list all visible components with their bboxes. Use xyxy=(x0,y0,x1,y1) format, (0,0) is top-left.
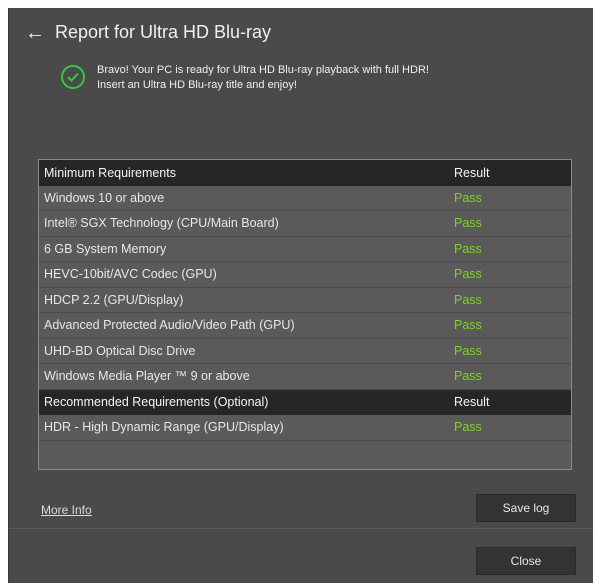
column-header-result: Result xyxy=(454,165,490,180)
requirement-result: Pass xyxy=(454,241,482,256)
column-header-name: Minimum Requirements xyxy=(44,165,176,180)
requirement-name: Windows 10 or above xyxy=(44,190,165,205)
close-button[interactable]: Close xyxy=(476,547,576,575)
requirement-name: Advanced Protected Audio/Video Path (GPU… xyxy=(44,318,295,333)
header: ← Report for Ultra HD Blu-ray xyxy=(25,22,271,43)
more-info-link[interactable]: More Info xyxy=(41,503,92,517)
requirement-result: Pass xyxy=(454,369,482,384)
table-row[interactable]: HDCP 2.2 (GPU/Display) Pass xyxy=(39,288,571,313)
requirement-name: Intel® SGX Technology (CPU/Main Board) xyxy=(44,216,279,231)
status-message: Bravo! Your PC is ready for Ultra HD Blu… xyxy=(61,63,429,93)
page-title: Report for Ultra HD Blu-ray xyxy=(55,22,272,42)
table-row[interactable]: Windows Media Player ™ 9 or above Pass xyxy=(39,364,571,390)
requirement-result: Pass xyxy=(454,216,482,231)
report-window: ← Report for Ultra HD Blu-ray Bravo! You… xyxy=(8,8,593,583)
minimum-rows: Windows 10 or above Pass Intel® SGX Techno… xyxy=(39,186,571,390)
requirement-result: Pass xyxy=(454,190,482,205)
requirement-name: HDR - High Dynamic Range (GPU/Display) xyxy=(44,420,284,435)
status-line-1: Bravo! Your PC is ready for Ultra HD Blu… xyxy=(97,64,429,76)
requirement-name: Windows Media Player ™ 9 or above xyxy=(44,369,250,384)
status-line-2: Insert an Ultra HD Blu-ray title and enj… xyxy=(97,79,297,91)
requirement-name: HDCP 2.2 (GPU/Display) xyxy=(44,292,184,307)
requirement-result: Pass xyxy=(454,267,482,282)
table-row[interactable]: Advanced Protected Audio/Video Path (GPU… xyxy=(39,313,571,339)
status-text: Bravo! Your PC is ready for Ultra HD Blu… xyxy=(97,63,429,93)
table-row[interactable]: HDR - High Dynamic Range (GPU/Display) Pa… xyxy=(39,415,571,441)
requirement-result: Pass xyxy=(454,343,482,358)
requirement-name: HEVC-10bit/AVC Codec (GPU) xyxy=(44,267,217,282)
table-row[interactable]: Intel® SGX Technology (CPU/Main Board) Pa… xyxy=(39,211,571,237)
table-row[interactable]: HEVC-10bit/AVC Codec (GPU) Pass xyxy=(39,262,571,288)
checkmark-glyph xyxy=(67,72,79,82)
table-row[interactable]: 6 GB System Memory Pass xyxy=(39,237,571,262)
requirement-result: Pass xyxy=(454,292,482,307)
table-row[interactable]: Windows 10 or above Pass xyxy=(39,186,571,211)
column-header-name: Recommended Requirements (Optional) xyxy=(44,395,269,410)
requirement-result: Pass xyxy=(454,420,482,435)
recommended-rows: HDR - High Dynamic Range (GPU/Display) Pa… xyxy=(39,415,571,441)
requirement-name: UHD-BD Optical Disc Drive xyxy=(44,343,196,358)
table-header-minimum: Minimum Requirements Result xyxy=(39,160,571,186)
requirement-name: 6 GB System Memory xyxy=(44,241,167,256)
requirements-table[interactable]: Minimum Requirements Result Windows 10 o… xyxy=(38,159,572,470)
column-header-result: Result xyxy=(454,395,490,410)
requirement-result: Pass xyxy=(454,318,482,333)
divider xyxy=(9,528,593,529)
table-header-recommended: Recommended Requirements (Optional) Resu… xyxy=(39,389,571,415)
arrow-left-icon[interactable]: ← xyxy=(25,23,45,43)
table-row[interactable]: UHD-BD Optical Disc Drive Pass xyxy=(39,339,571,364)
save-log-button[interactable]: Save log xyxy=(476,494,576,522)
check-circle-icon xyxy=(61,65,85,89)
